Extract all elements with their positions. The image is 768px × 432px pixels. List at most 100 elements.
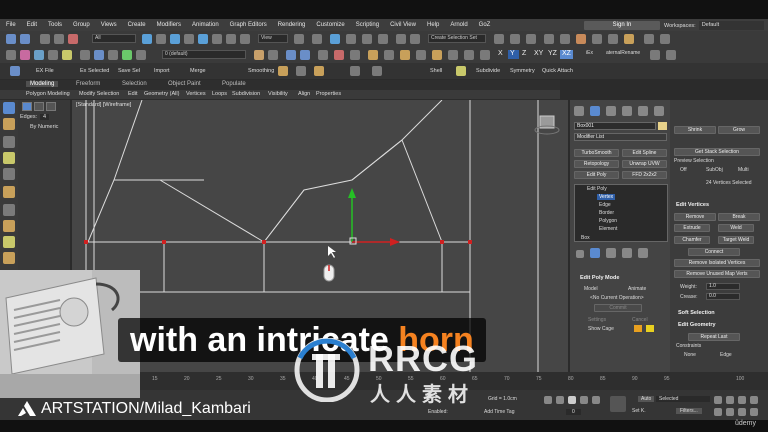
quick-attach-button[interactable]: Quick Attach — [542, 68, 573, 74]
plane-yz-button[interactable]: YZ — [546, 50, 559, 59]
ffd-button[interactable]: FFD 2x2x2 — [622, 171, 667, 179]
modifier-icon[interactable] — [334, 50, 344, 60]
preview-subobj-radio[interactable]: SubObj — [706, 167, 723, 173]
pinch-icon[interactable] — [296, 66, 306, 76]
menu-scripting[interactable]: Scripting — [356, 22, 379, 28]
edit-poly-button[interactable]: Edit Poly — [574, 171, 619, 179]
layer-explorer-icon[interactable] — [510, 34, 520, 44]
ribbon-polygon-modeling[interactable]: Polygon Modeling — [26, 91, 70, 97]
select-tool-icon[interactable] — [3, 102, 15, 114]
hide-icon[interactable] — [94, 50, 104, 60]
weight-field[interactable]: 1.0 — [706, 283, 740, 290]
menu-customize[interactable]: Customize — [316, 22, 344, 28]
curve-icon[interactable] — [448, 50, 458, 60]
plane-xy-button[interactable]: XY — [532, 50, 545, 59]
edit-vertices-header[interactable]: Edit Vertices — [676, 202, 709, 208]
move-icon[interactable] — [198, 34, 208, 44]
ribbon-loops[interactable]: Loops — [212, 91, 227, 97]
cancel-button[interactable]: Cancel — [632, 317, 648, 323]
twist-icon[interactable] — [372, 66, 382, 76]
go-to-start-icon[interactable] — [544, 396, 552, 404]
stack-element[interactable]: Element — [599, 226, 617, 232]
menu-create[interactable]: Create — [128, 22, 146, 28]
camera2-icon[interactable] — [3, 204, 15, 216]
object-name-field[interactable]: Box001 — [574, 122, 656, 130]
orbit-icon[interactable] — [738, 408, 746, 416]
menu-file[interactable]: File — [6, 22, 16, 28]
script-icon[interactable] — [650, 50, 660, 60]
remove-unused-map-verts-button[interactable]: Remove Unused Map Verts — [674, 270, 760, 278]
modifier-list-dropdown[interactable]: Modifier List — [574, 133, 667, 141]
taper-icon[interactable] — [314, 66, 324, 76]
by-numeric-label[interactable]: By Numeric — [30, 124, 58, 130]
ex-selected-button[interactable]: Ex Selected — [80, 68, 109, 74]
settings-button[interactable]: Settings — [588, 317, 606, 323]
tab-selection[interactable]: Selection — [122, 81, 147, 87]
field-of-view-icon[interactable] — [714, 408, 722, 416]
extrude-button[interactable]: Extrude — [674, 224, 710, 232]
pivot-center-icon[interactable] — [294, 34, 304, 44]
named-selection-set-dropdown[interactable]: Create Selection Set — [428, 34, 486, 43]
layer-dropdown[interactable]: 0 (default) — [162, 50, 246, 59]
edge-mode-button[interactable] — [34, 102, 44, 111]
weld-button[interactable]: Weld — [718, 224, 754, 232]
box-icon[interactable] — [254, 50, 264, 60]
merge-button[interactable]: Merge — [190, 68, 206, 74]
tab-freeform[interactable]: Freeform — [76, 81, 100, 87]
polygon-mode-button[interactable] — [46, 102, 56, 111]
menu-modifiers[interactable]: Modifiers — [157, 22, 181, 28]
configure-sets-icon[interactable] — [638, 248, 648, 258]
script-tool-icon[interactable] — [10, 66, 20, 76]
viewport-label[interactable]: [Standard] [Wireframe] — [76, 102, 131, 108]
snap-vertex-icon[interactable] — [368, 50, 378, 60]
set-key-icon[interactable] — [610, 396, 626, 412]
shell-icon[interactable] — [456, 66, 466, 76]
constraint-none-radio[interactable]: None — [684, 352, 696, 358]
sphere-icon[interactable] — [268, 50, 278, 60]
current-frame-field[interactable]: 0 — [566, 409, 581, 415]
stack-edge[interactable]: Edge — [599, 202, 611, 208]
rendered-frame-window-icon[interactable] — [608, 34, 618, 44]
display-tab-icon[interactable] — [638, 106, 648, 116]
edit-spline-button[interactable]: Edit Spline — [622, 149, 667, 157]
light-icon[interactable] — [350, 50, 360, 60]
spinner-snap-icon[interactable] — [378, 34, 388, 44]
menu-goz[interactable]: GoZ — [479, 22, 491, 28]
window-crossing-icon[interactable] — [184, 34, 194, 44]
ribbon-align[interactable]: Align — [298, 91, 310, 97]
preview-multi-radio[interactable]: Multi — [738, 167, 749, 173]
layer-manager-icon[interactable] — [6, 50, 16, 60]
select-in-layer-icon[interactable] — [48, 50, 58, 60]
menu-graph-editors[interactable]: Graph Editors — [230, 22, 267, 28]
filters-button[interactable]: Filters... — [676, 408, 702, 414]
soft-selection-header[interactable]: Soft Selection — [678, 310, 715, 316]
set-current-layer-icon[interactable] — [62, 50, 72, 60]
repeat-last-button[interactable]: Repeat Last — [688, 333, 740, 341]
transform-gizmo-icon[interactable] — [318, 50, 328, 60]
add-time-tag-button[interactable]: Add Time Tag — [484, 409, 514, 415]
layer-plus-icon[interactable] — [122, 50, 132, 60]
cage-selected-color-swatch[interactable] — [646, 325, 654, 332]
go-to-end-icon[interactable] — [592, 396, 600, 404]
cage-color-swatch[interactable] — [634, 325, 642, 332]
menu-civil-view[interactable]: Civil View — [390, 22, 416, 28]
selection-filter-dropdown[interactable]: All — [92, 34, 136, 43]
cylinder-icon[interactable] — [300, 50, 310, 60]
modify-tab-icon[interactable] — [590, 106, 600, 116]
ex-file-button[interactable]: EX File — [36, 68, 54, 74]
constraint-edge-radio[interactable]: Edge — [720, 352, 732, 358]
material-editor-icon[interactable] — [576, 34, 586, 44]
ribbon-visibility[interactable]: Visibility — [268, 91, 288, 97]
weather-icon[interactable] — [3, 252, 15, 264]
maximize-viewport-icon[interactable] — [750, 408, 758, 416]
layer-minus-icon[interactable] — [136, 50, 146, 60]
bind-spacewarp-icon[interactable] — [68, 34, 78, 44]
get-stack-selection-button[interactable]: Get Stack Selection — [674, 148, 760, 156]
retopology-button[interactable]: Retopology — [574, 160, 619, 168]
menu-edit[interactable]: Edit — [27, 22, 37, 28]
commit-button[interactable]: Commit — [594, 304, 642, 312]
menu-tools[interactable]: Tools — [48, 22, 62, 28]
space-warp-icon[interactable] — [3, 220, 15, 232]
select-object-icon[interactable] — [142, 34, 152, 44]
auto-key-button[interactable]: Auto — [638, 396, 655, 402]
